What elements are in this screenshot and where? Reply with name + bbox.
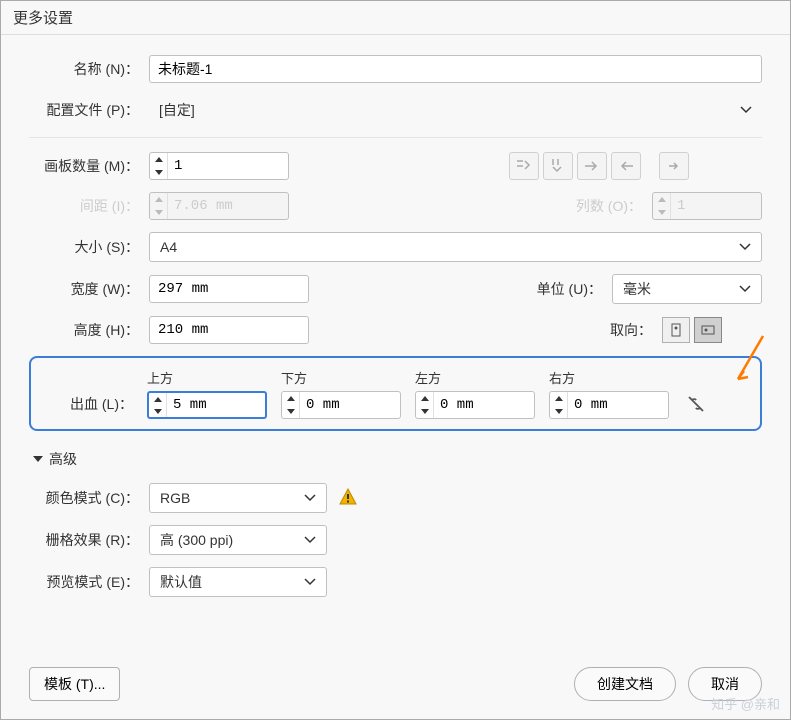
name-input[interactable]: [149, 55, 762, 83]
grid-by-col-icon[interactable]: [543, 152, 573, 180]
step-up-icon[interactable]: [550, 392, 567, 405]
bleed-bottom-label: 下方: [281, 368, 401, 387]
step-down-icon[interactable]: [149, 405, 166, 417]
advanced-label: 高级: [49, 449, 77, 469]
columns-input: [671, 198, 761, 214]
artboards-input[interactable]: [168, 158, 288, 174]
advanced-toggle[interactable]: 高级: [33, 449, 762, 469]
profile-select[interactable]: [自定]: [149, 95, 762, 125]
step-up-icon[interactable]: [416, 392, 433, 405]
bleed-bottom-spinner[interactable]: [281, 391, 401, 419]
name-label: 名称 (N)：: [29, 59, 149, 79]
orientation-portrait[interactable]: [662, 317, 690, 343]
watermark: 知乎 @亲和: [711, 694, 780, 713]
chevron-down-icon: [304, 576, 316, 588]
create-document-button[interactable]: 创建文档: [574, 667, 676, 701]
size-select[interactable]: A4: [149, 232, 762, 262]
divider: [29, 137, 762, 138]
width-label: 宽度 (W)：: [29, 279, 149, 299]
chevron-down-icon: [739, 283, 751, 295]
height-label: 高度 (H)：: [29, 320, 149, 340]
profile-label: 配置文件 (P)：: [29, 100, 149, 120]
warning-icon: [339, 488, 357, 509]
spacing-input: [168, 198, 288, 214]
artboards-spinner[interactable]: [149, 152, 289, 180]
chevron-down-icon: [304, 534, 316, 546]
bleed-top-spinner[interactable]: [147, 391, 267, 419]
units-select[interactable]: 毫米: [612, 274, 762, 304]
templates-button[interactable]: 模板 (T)...: [29, 667, 120, 701]
size-label: 大小 (S)：: [29, 237, 149, 257]
step-up-icon[interactable]: [150, 153, 167, 166]
spacing-spinner: [149, 192, 289, 220]
annotation-arrow: [728, 331, 768, 394]
bleed-bottom-input[interactable]: [300, 397, 400, 413]
bleed-group: 出血 (L)： 上方 下方 左方: [29, 356, 762, 431]
width-input[interactable]: [149, 275, 309, 303]
units-value: 毫米: [623, 279, 651, 299]
arrange-single-icon[interactable]: [659, 152, 689, 180]
step-up-icon[interactable]: [149, 393, 166, 405]
bleed-top-label: 上方: [147, 368, 267, 387]
bleed-left-spinner[interactable]: [415, 391, 535, 419]
bleed-right-input[interactable]: [568, 397, 668, 413]
raster-label: 栅格效果 (R)：: [29, 530, 149, 550]
arrange-ltr-icon[interactable]: [611, 152, 641, 180]
spacing-label: 间距 (I)：: [29, 196, 149, 216]
dialog-title: 更多设置: [1, 1, 790, 35]
units-label: 单位 (U)：: [532, 279, 612, 299]
step-up-icon[interactable]: [282, 392, 299, 405]
color-mode-value: RGB: [160, 490, 190, 506]
grid-by-row-icon[interactable]: [509, 152, 539, 180]
orientation-landscape[interactable]: [694, 317, 722, 343]
link-unlinked-icon[interactable]: [683, 391, 709, 417]
preview-select[interactable]: 默认值: [149, 567, 327, 597]
bleed-left-label: 左方: [415, 368, 535, 387]
step-down-icon: [653, 206, 670, 219]
preview-label: 预览模式 (E)：: [29, 572, 149, 592]
bleed-label: 出血 (L)：: [45, 394, 133, 419]
artboards-label: 画板数量 (M)：: [29, 156, 149, 176]
bleed-right-spinner[interactable]: [549, 391, 669, 419]
bleed-right-label: 右方: [549, 368, 669, 387]
raster-value: 高 (300 ppi): [160, 530, 233, 550]
orientation-label: 取向：: [602, 320, 662, 340]
step-down-icon[interactable]: [550, 405, 567, 418]
bleed-top-input[interactable]: [167, 397, 265, 413]
step-up-icon: [150, 193, 167, 206]
bleed-left-input[interactable]: [434, 397, 534, 413]
step-down-icon[interactable]: [282, 405, 299, 418]
chevron-down-icon: [304, 492, 316, 504]
profile-value: [自定]: [159, 100, 195, 120]
size-value: A4: [160, 239, 177, 255]
step-down-icon[interactable]: [416, 405, 433, 418]
chevron-down-icon: [739, 241, 751, 253]
step-down-icon: [150, 206, 167, 219]
raster-select[interactable]: 高 (300 ppi): [149, 525, 327, 555]
columns-spinner: [652, 192, 762, 220]
step-up-icon: [653, 193, 670, 206]
color-mode-label: 颜色模式 (C)：: [29, 488, 149, 508]
columns-label: 列数 (O)：: [572, 196, 652, 216]
color-mode-select[interactable]: RGB: [149, 483, 327, 513]
height-input[interactable]: [149, 316, 309, 344]
step-down-icon[interactable]: [150, 166, 167, 179]
chevron-down-icon: [740, 104, 752, 116]
arrange-rtl-icon[interactable]: [577, 152, 607, 180]
preview-value: 默认值: [160, 572, 202, 592]
